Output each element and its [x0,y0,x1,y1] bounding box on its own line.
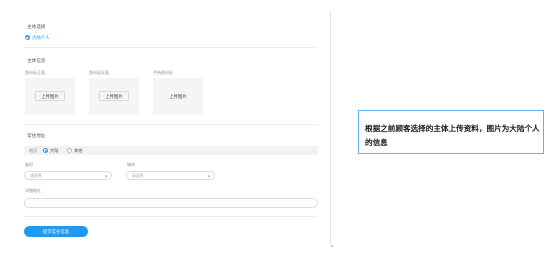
upload-button-label: 上传图片 [41,94,59,99]
section-divider [24,47,318,48]
city-select[interactable]: 请选择 [126,171,215,180]
submit-real-name-button[interactable]: 提交实名信息 [24,226,88,237]
subject-section-title: 主体选择 [27,24,46,29]
upload-id-front[interactable]: 上传图片 [25,78,75,115]
panel-divider [330,10,331,246]
annotation-callout: 根据之前顾客选择的主体上传资料，图片为大陆个人的信息 [358,110,544,154]
real-name-form: 主体选择 大陆个人 主体信息 身份证正面 上传图片 身份证反面 上传图片 手持身… [0,0,331,276]
upload-button-label: 上传图片 [105,94,123,99]
upload-button-label: 上传图片 [169,94,187,99]
check-circle-icon[interactable] [25,35,30,40]
annotation-text: 根据之前顾客选择的主体上传资料，图片为大陆个人的信息 [365,124,540,147]
upload-label-id-front: 身份证正面 [25,70,45,75]
subject-info-title: 主体信息 [27,58,46,63]
upload-label-id-handheld: 手持身份证 [153,70,173,75]
upload-label-id-back: 身份证反面 [89,70,109,75]
province-label: 省份 [25,162,33,167]
radio-other[interactable] [67,148,72,153]
radio-other-label[interactable]: 其他 [74,148,82,154]
province-select[interactable]: 请选择 [24,171,112,180]
region-label: 地区 [29,148,38,154]
selected-subject-label[interactable]: 大陆个人 [32,35,50,41]
radio-mainland-label[interactable]: 大陆 [50,148,58,154]
detail-address-label: 详细地址 [25,188,41,193]
address-section-title: 常住地址 [27,133,46,138]
section-divider [24,216,318,217]
province-placeholder: 请选择 [30,174,42,179]
section-divider [24,124,318,125]
upload-id-handheld[interactable]: 上传图片 [153,78,203,115]
divider-dot [331,245,333,247]
city-label: 城市 [127,162,135,167]
chevron-down-icon [207,174,211,178]
chevron-down-icon [104,174,108,178]
upload-id-back[interactable]: 上传图片 [89,78,139,115]
radio-mainland[interactable] [43,148,48,153]
city-placeholder: 请选择 [132,174,144,179]
detail-address-input[interactable] [24,198,318,208]
region-radio-row: 地区 大陆 其他 [24,146,318,155]
